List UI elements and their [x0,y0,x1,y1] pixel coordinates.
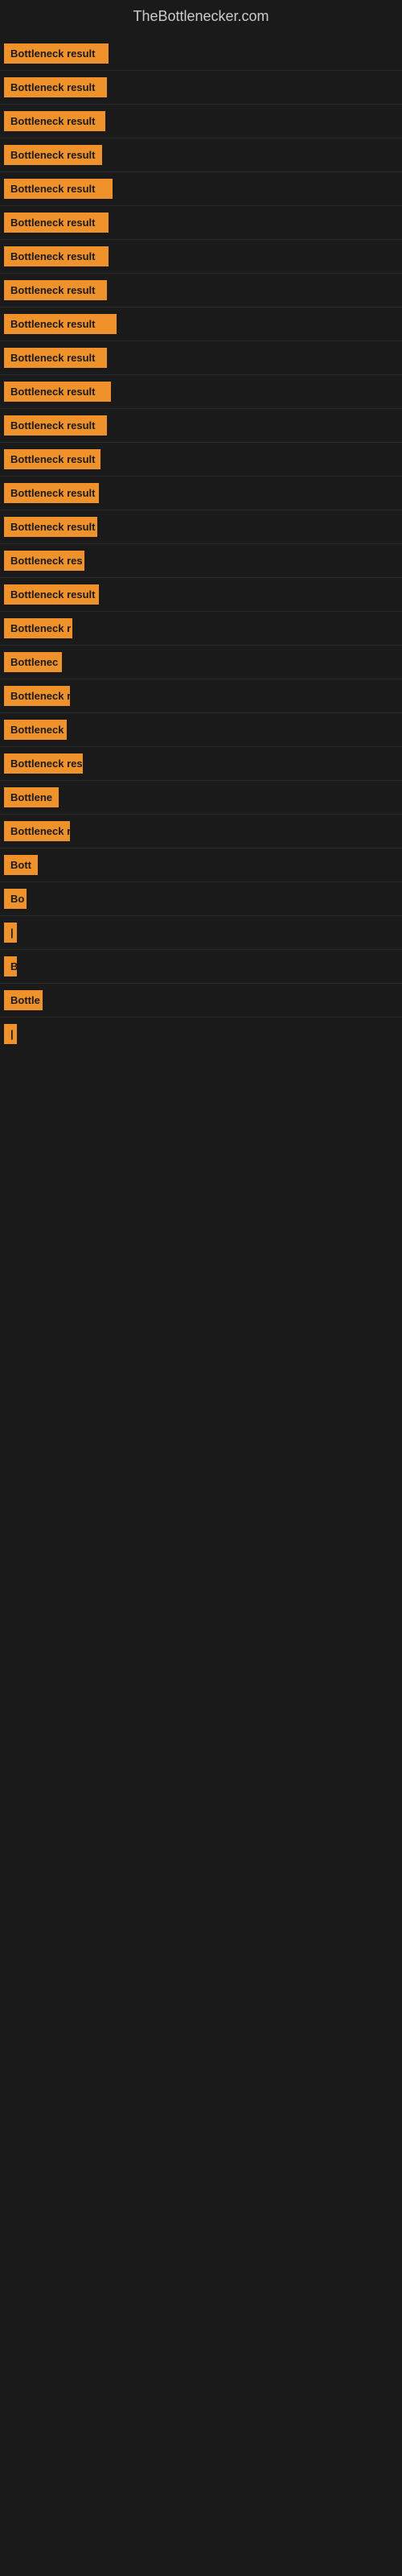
bottleneck-label: Bottleneck result [4,449,100,469]
bottleneck-bar: | [4,923,402,943]
bottleneck-label: Bottleneck result [4,145,102,165]
bottleneck-bar: Bottlene [4,787,402,807]
bottleneck-section: | [0,1018,402,1051]
bottleneck-section: Bottleneck result [0,578,402,612]
bottleneck-section: Bottlene [0,781,402,815]
bottleneck-section: Bottleneck result [0,37,402,71]
bottleneck-label: Bottleneck res [4,551,84,571]
bottleneck-section: Bottleneck res [0,747,402,781]
bottleneck-section: Bo [0,882,402,916]
bottleneck-section: Bottleneck result [0,206,402,240]
bottleneck-label: Bottle [4,990,43,1010]
bottleneck-label: Bottleneck result [4,314,117,334]
bottleneck-section: Bottleneck result [0,443,402,477]
site-title: TheBottlenecker.com [0,0,402,37]
bottleneck-bar: Bottleneck result [4,314,402,334]
bottleneck-label: Bottleneck r [4,618,72,638]
bottleneck-section: Bottleneck result [0,172,402,206]
bottleneck-section: Bottleneck result [0,409,402,443]
bottleneck-section: Bottleneck result [0,375,402,409]
bottleneck-label: Bottlene [4,787,59,807]
bottleneck-label: Bottleneck r [4,686,70,706]
bottleneck-label: Bottleneck result [4,111,105,131]
bottleneck-section: Bottleneck result [0,341,402,375]
bottleneck-section: Bottleneck r [0,815,402,848]
bottleneck-label: Bottleneck result [4,584,99,605]
bottleneck-section: Bottleneck result [0,510,402,544]
bottleneck-label: B [4,956,17,976]
bottleneck-section: Bottleneck result [0,477,402,510]
bottleneck-section: Bottle [0,984,402,1018]
bottleneck-bar: Bottleneck result [4,111,402,131]
bottleneck-label: Bott [4,855,38,875]
bottleneck-bar: B [4,956,402,976]
bottleneck-bar: Bottleneck result [4,483,402,503]
bottleneck-section: Bott [0,848,402,882]
bottleneck-bar: Bottleneck result [4,348,402,368]
bottleneck-bar: Bottleneck result [4,517,402,537]
bottleneck-bar: Bottleneck result [4,43,402,64]
bottleneck-label: Bottleneck res [4,753,83,774]
bottleneck-label: Bo [4,889,27,909]
bottleneck-bar: Bottleneck result [4,145,402,165]
bottleneck-bar: Bottleneck result [4,382,402,402]
bottleneck-section: Bottleneck result [0,71,402,105]
bottleneck-label: Bottleneck result [4,179,113,199]
bottleneck-section: Bottleneck result [0,105,402,138]
bottleneck-label: Bottleneck result [4,348,107,368]
bottleneck-label: Bottleneck result [4,77,107,97]
bottleneck-label: Bottleneck result [4,246,109,266]
bottleneck-label: | [4,1024,17,1044]
bottleneck-bar: Bottleneck [4,720,402,740]
bottleneck-bar: Bottleneck result [4,280,402,300]
bottleneck-bar: Bottleneck r [4,618,402,638]
bottleneck-bar: Bottleneck r [4,686,402,706]
bottleneck-section: | [0,916,402,950]
bottleneck-label: Bottleneck result [4,213,109,233]
bottleneck-label: Bottleneck result [4,280,107,300]
bottleneck-section: Bottleneck result [0,274,402,308]
bottleneck-section: Bottleneck result [0,138,402,172]
bottleneck-bar: Bott [4,855,402,875]
bottleneck-label: Bottleneck result [4,43,109,64]
bottleneck-label: Bottleneck result [4,382,111,402]
bottleneck-bar: Bottleneck result [4,449,402,469]
bottleneck-bar: Bottleneck r [4,821,402,841]
bottleneck-section: Bottleneck r [0,612,402,646]
bottleneck-bar: Bottleneck result [4,213,402,233]
bottleneck-section: Bottleneck r [0,679,402,713]
bottleneck-bar: Bottleneck res [4,551,402,571]
bottleneck-section: Bottleneck res [0,544,402,578]
bottleneck-bar: Bottleneck result [4,77,402,97]
bottleneck-bar: Bottleneck result [4,246,402,266]
bottleneck-label: Bottleneck r [4,821,70,841]
bottleneck-label: Bottleneck result [4,517,97,537]
bottleneck-label: Bottleneck result [4,483,99,503]
bottleneck-bar: Bottlenec [4,652,402,672]
bottleneck-bar: Bottleneck result [4,179,402,199]
bottleneck-label: Bottleneck [4,720,67,740]
bottleneck-bar: Bottle [4,990,402,1010]
bottleneck-section: Bottleneck result [0,308,402,341]
bottleneck-section: B [0,950,402,984]
bottleneck-bar: Bottleneck result [4,415,402,436]
bottleneck-section: Bottlenec [0,646,402,679]
bottleneck-label: Bottlenec [4,652,62,672]
bottleneck-label: Bottleneck result [4,415,107,436]
bottleneck-bar: Bottleneck res [4,753,402,774]
bottleneck-bar: Bo [4,889,402,909]
bottleneck-bar: | [4,1024,402,1044]
bottleneck-bar: Bottleneck result [4,584,402,605]
bottleneck-section: Bottleneck result [0,240,402,274]
bottleneck-section: Bottleneck [0,713,402,747]
bottleneck-label: | [4,923,17,943]
